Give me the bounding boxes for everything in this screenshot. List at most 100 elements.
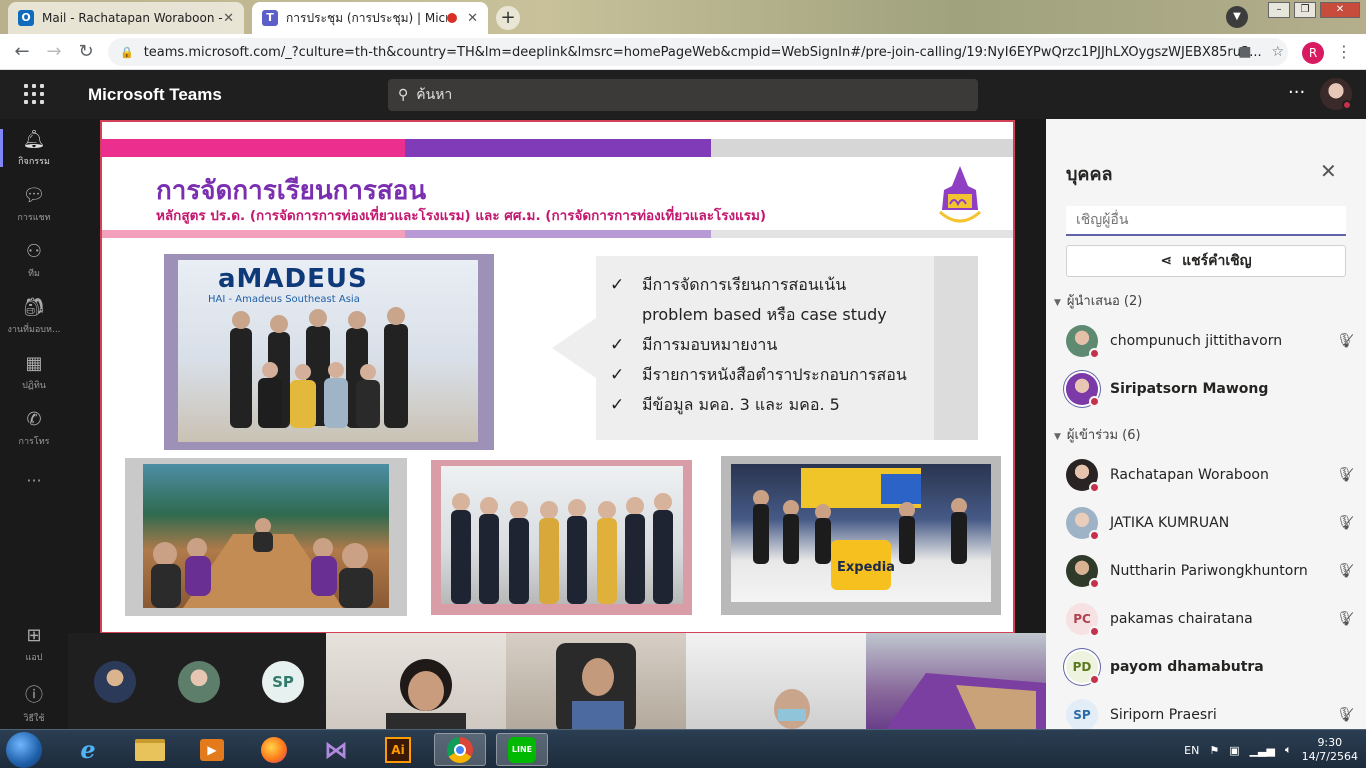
expedia-logo: Expedia	[837, 560, 895, 575]
rail-item-more[interactable]: ···	[0, 471, 68, 490]
bell-icon: 🔔︎	[22, 129, 46, 150]
app-title: Microsoft Teams	[88, 85, 222, 104]
chrome-icon[interactable]	[434, 733, 486, 766]
rail-item-activity[interactable]: 🔔︎ กิจกรรม	[0, 129, 68, 168]
participant-row[interactable]: chompunuch jittithavorn 🎙︎̸	[1066, 321, 1356, 361]
bullet-item: problem based หรือ case study	[610, 300, 907, 330]
bullet-text: มีข้อมูล มคอ. 3 และ มคอ. 5	[642, 395, 840, 414]
invite-input[interactable]	[1066, 206, 1346, 236]
browser-tab-bar: O Mail - Rachatapan Woraboon - O ✕ T การ…	[0, 0, 1366, 34]
help-icon: ⓘ	[25, 685, 43, 706]
participant-row[interactable]: PD payom dhamabutra	[1066, 647, 1356, 687]
tab-teams-meeting[interactable]: T การประชุม (การประชุม) | Micro ✕	[252, 2, 488, 34]
download-icon[interactable]: ▼	[1226, 6, 1248, 28]
photo-expedia-group: Expedia	[731, 464, 991, 602]
windows-taskbar: e ▶ ⋈ Ai LINE EN ⚑ ▣ ▁▃▅ 🔈︎ 9:30 14/7/25…	[0, 729, 1366, 768]
profile-avatar[interactable]: R	[1302, 42, 1324, 64]
share-icon: ⋖	[1160, 253, 1173, 269]
rail-item-calls[interactable]: ✆ การโทร	[0, 409, 68, 448]
browser-menu-icon[interactable]: ⋮	[1336, 42, 1352, 61]
participant-name: Rachatapan Woraboon	[1110, 467, 1269, 483]
lock-icon: 🔒	[120, 45, 134, 59]
line-app-icon[interactable]: LINE	[496, 733, 548, 766]
avatar	[1066, 459, 1100, 493]
app-launcher-icon[interactable]	[24, 84, 44, 104]
rail-label: ปฏิทิน	[22, 381, 46, 391]
photo-office-group	[441, 466, 683, 604]
participant-name: Siriporn Praesri	[1110, 707, 1217, 723]
network-icon[interactable]: ▁▃▅	[1250, 744, 1275, 757]
teams-icon: T	[262, 10, 278, 26]
volume-icon[interactable]: 🔈︎	[1285, 743, 1292, 757]
window-close-button[interactable]: ✕	[1320, 2, 1360, 18]
participant-avatar[interactable]	[94, 661, 136, 703]
more-options-icon[interactable]: ···	[1288, 82, 1305, 103]
tab-mail[interactable]: O Mail - Rachatapan Woraboon - O ✕	[8, 2, 244, 34]
bullet-box: ✓ มีการจัดการเรียนการสอนเน้น problem base…	[552, 256, 978, 440]
video-tile[interactable]	[686, 633, 866, 729]
flag-icon[interactable]: ⚑	[1209, 744, 1219, 757]
slide-bar	[405, 139, 711, 157]
reload-icon[interactable]: ↻	[74, 41, 98, 62]
search-input[interactable]: ⚲ ค้นหา	[388, 79, 978, 111]
rail-item-assignments[interactable]: 🎒︎ งานที่มอบห...	[0, 297, 68, 336]
rail-item-help[interactable]: ⓘ วิธีใช้	[0, 681, 68, 725]
participant-avatar[interactable]	[178, 661, 220, 703]
share-invite-button[interactable]: ⋖ แชร์คำเชิญ	[1066, 245, 1346, 277]
clock[interactable]: 9:30 14/7/2564	[1302, 736, 1358, 764]
status-badge	[1089, 396, 1100, 407]
language-indicator[interactable]: EN	[1184, 744, 1199, 757]
close-icon[interactable]: ✕	[467, 11, 478, 26]
status-badge	[1089, 530, 1100, 541]
rail-item-teams[interactable]: ⚇ ทีม	[0, 241, 68, 280]
share-label: แชร์คำเชิญ	[1182, 253, 1252, 269]
video-tile[interactable]	[506, 633, 686, 729]
file-explorer-icon[interactable]	[124, 733, 176, 766]
initials: PD	[1072, 660, 1092, 674]
camera-icon[interactable]: ■	[1238, 44, 1251, 60]
participant-row[interactable]: Nuttharin Pariwongkhuntorn 🎙︎̸	[1066, 551, 1356, 591]
attendees-section-header[interactable]: ▼ ผู้เข้าร่วม (6)	[1054, 424, 1141, 445]
teams-icon: ⚇	[25, 241, 43, 262]
media-player-icon[interactable]: ▶	[186, 733, 238, 766]
photo-amadeus-group: aMADEUS HAI - Amadeus Southeast Asia	[178, 260, 478, 442]
start-button[interactable]	[6, 732, 42, 768]
photo-meeting-room	[143, 464, 389, 608]
restore-button[interactable]: ❐	[1294, 2, 1316, 18]
avatar-initials: PC	[1066, 603, 1100, 637]
participant-row[interactable]: Siripatsorn Mawong	[1066, 369, 1356, 409]
participant-avatar-initials[interactable]: SP	[262, 661, 304, 703]
participant-row[interactable]: PC pakamas chairatana 🎙︎̸	[1066, 599, 1356, 639]
firefox-icon[interactable]	[248, 733, 300, 766]
star-icon[interactable]: ☆	[1271, 44, 1284, 60]
back-icon[interactable]: ←	[10, 41, 34, 62]
expedia-people-image	[753, 468, 967, 590]
video-strip: SP	[68, 633, 1046, 729]
video-tile[interactable]	[326, 633, 506, 729]
visual-studio-icon[interactable]: ⋈	[310, 733, 362, 766]
participant-row[interactable]: Rachatapan Woraboon 🎙︎̸	[1066, 455, 1356, 495]
illustrator-icon[interactable]: Ai	[372, 733, 424, 766]
forward-icon[interactable]: →	[42, 41, 66, 62]
url-field[interactable]: 🔒 teams.microsoft.com/_?culture=th-th&co…	[108, 38, 1288, 66]
participant-name: chompunuch jittithavorn	[1110, 333, 1283, 349]
internet-explorer-icon[interactable]: e	[62, 733, 114, 766]
window-controls: – ❐ ✕	[1268, 2, 1360, 18]
presenters-section-header[interactable]: ▼ ผู้นำเสนอ (2)	[1054, 290, 1142, 311]
minimize-button[interactable]: –	[1268, 2, 1290, 18]
check-icon: ✓	[610, 365, 625, 385]
video-tile[interactable]	[866, 633, 1046, 729]
rail-item-calendar[interactable]: ▦ ปฏิทิน	[0, 353, 68, 392]
new-tab-button[interactable]: +	[496, 6, 520, 30]
participant-video	[386, 659, 466, 729]
close-icon[interactable]: ✕	[1320, 159, 1337, 183]
meeting-people-image	[151, 518, 373, 608]
search-icon: ⚲	[398, 87, 409, 103]
rail-item-chat[interactable]: 💬︎ การแชท	[0, 185, 68, 224]
rail-item-apps[interactable]: ⊞ แอป	[0, 625, 68, 664]
device-icon[interactable]: ▣	[1229, 744, 1239, 757]
participant-row[interactable]: JATIKA KUMRUAN 🎙︎̸	[1066, 503, 1356, 543]
close-icon[interactable]: ✕	[223, 11, 234, 26]
avatar	[1066, 373, 1100, 407]
rail-label: การแชท	[17, 213, 51, 223]
